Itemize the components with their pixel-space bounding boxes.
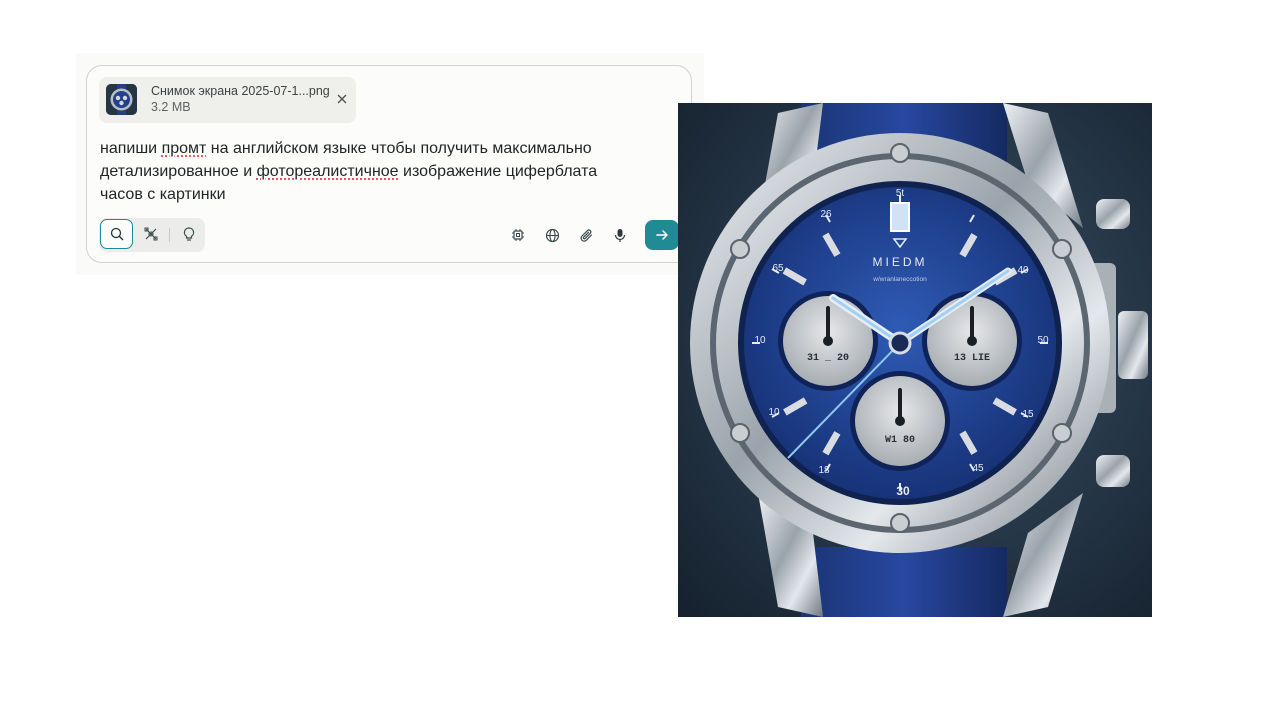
watch-tagline: w/wranlaneccotion xyxy=(872,276,927,283)
prompt-text-line2-a: детализированное и xyxy=(100,163,257,180)
misspelled-word: промт xyxy=(161,140,207,157)
mode-toolbar xyxy=(99,218,205,252)
paperclip-icon xyxy=(580,228,592,242)
subdial-left-label: 31 _ 20 xyxy=(807,353,849,364)
prompt-text-line2-c: изображение циферблата xyxy=(398,163,598,180)
attachment-file-size: 3.2 MB xyxy=(151,100,191,114)
send-button[interactable] xyxy=(645,220,679,250)
attachment-thumbnail xyxy=(106,84,137,115)
attachment-chip: Снимок экрана 2025-07-1...png 3.2 MB xyxy=(99,77,356,123)
close-icon xyxy=(337,94,347,104)
attachment-file-name: Снимок экрана 2025-07-1...png xyxy=(151,84,330,98)
prompt-text-line1-a: напиши xyxy=(100,140,162,157)
chat-composer: Снимок экрана 2025-07-1...png 3.2 MB нап… xyxy=(86,65,692,263)
misspelled-word: фотореалистичное xyxy=(256,163,399,180)
globe-icon xyxy=(545,228,559,242)
bezel-number: 50 xyxy=(1037,335,1049,346)
model-select-button[interactable] xyxy=(504,221,532,249)
bezel-number: 26 xyxy=(820,209,832,220)
bezel-number: 40 xyxy=(1017,265,1029,276)
chip-icon xyxy=(512,229,524,241)
bezel-number: 18 xyxy=(818,465,830,476)
prompt-input[interactable]: напиши промт на английском языке чтобы п… xyxy=(100,137,600,206)
toolbar-divider xyxy=(169,228,170,242)
bezel-number: 30 xyxy=(896,484,910,498)
bezel-number: 65 xyxy=(772,263,784,274)
voice-input-button[interactable] xyxy=(606,221,634,249)
arrow-right-icon xyxy=(655,230,668,240)
subdial-right-label: 13 LIE xyxy=(954,353,990,364)
bezel-number: 5t xyxy=(896,188,905,199)
watch-brand: MIEDM xyxy=(873,255,928,269)
prompt-text-line3: часов с картинки xyxy=(100,186,226,203)
sources-button[interactable] xyxy=(538,221,566,249)
microphone-icon xyxy=(614,228,626,242)
lightbulb-icon xyxy=(183,226,195,241)
bezel-number: 10 xyxy=(768,407,780,418)
remove-attachment-button[interactable] xyxy=(335,92,349,106)
bezel-number: 45 xyxy=(972,463,984,474)
search-mode-button[interactable] xyxy=(100,219,133,249)
attach-file-button[interactable] xyxy=(572,221,600,249)
labs-mode-button[interactable] xyxy=(173,219,205,249)
prompt-text-line1-c: на английском языке чтобы получить макси… xyxy=(206,140,592,157)
search-icon xyxy=(110,227,123,241)
bezel-number: 15 xyxy=(1022,409,1034,420)
bezel-number: 10 xyxy=(754,335,766,346)
pen-tool-icon xyxy=(144,227,158,241)
watch-photo: MIEDM w/wranlaneccotion 31 _ 20 13 LIE W… xyxy=(678,103,1152,617)
subdial-bottom-label: W1 80 xyxy=(885,435,915,446)
research-mode-button[interactable] xyxy=(135,219,167,249)
